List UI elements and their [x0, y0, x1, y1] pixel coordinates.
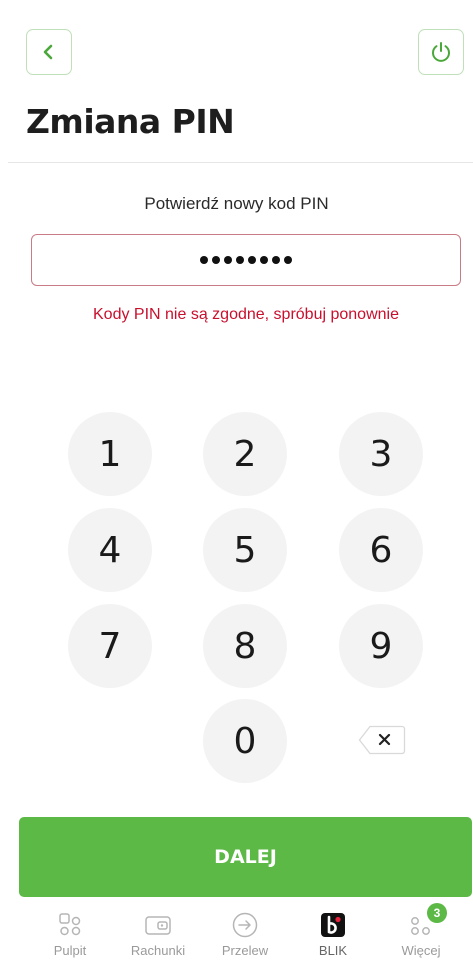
pin-input[interactable] — [31, 234, 461, 286]
keypad-key-3[interactable]: 3 — [339, 412, 423, 496]
pin-dot — [284, 256, 292, 264]
tab-wiecej[interactable]: 3 Więcej — [376, 898, 466, 967]
pin-dot — [236, 256, 244, 264]
tab-rachunki[interactable]: Rachunki — [113, 898, 203, 967]
keypad-key-6[interactable]: 6 — [339, 508, 423, 592]
pin-dot — [248, 256, 256, 264]
tab-przelew[interactable]: Przelew — [200, 898, 290, 967]
pin-dot — [224, 256, 232, 264]
pin-dot — [272, 256, 280, 264]
pin-prompt: Potwierdź nowy kod PIN — [144, 194, 329, 213]
transfer-icon — [232, 912, 258, 938]
keypad-key-7[interactable]: 7 — [68, 604, 152, 688]
blik-icon — [321, 913, 345, 937]
pin-error-message: Kody PIN nie są zgodne, spróbuj ponownie — [93, 306, 399, 323]
back-button[interactable] — [26, 29, 72, 75]
keypad-key-5[interactable]: 5 — [203, 508, 287, 592]
logout-button[interactable] — [418, 29, 464, 75]
keypad-key-0[interactable]: 0 — [203, 699, 287, 783]
keypad-key-4[interactable]: 4 — [68, 508, 152, 592]
backspace-button[interactable] — [358, 725, 406, 755]
keypad-key-2[interactable]: 2 — [203, 412, 287, 496]
tab-pulpit[interactable]: Pulpit — [25, 898, 115, 967]
more-icon: 3 — [407, 903, 447, 939]
notification-badge: 3 — [427, 903, 447, 923]
wallet-icon — [145, 916, 171, 935]
tab-label: BLIK — [318, 943, 348, 958]
power-icon — [432, 42, 450, 62]
tab-blik[interactable]: BLIK — [288, 898, 378, 967]
tab-label: Przelew — [221, 943, 269, 958]
tab-label: Rachunki — [130, 943, 186, 958]
pin-dot — [260, 256, 268, 264]
pin-dot — [200, 256, 208, 264]
tab-label: Więcej — [401, 943, 441, 958]
keypad-key-9[interactable]: 9 — [339, 604, 423, 688]
continue-button[interactable]: DALEJ — [19, 817, 472, 897]
page-title: Zmiana PIN — [26, 102, 235, 141]
keypad-key-8[interactable]: 8 — [203, 604, 287, 688]
keypad-key-1[interactable]: 1 — [68, 412, 152, 496]
tab-label: Pulpit — [53, 943, 87, 958]
pin-dot — [212, 256, 220, 264]
backspace-icon — [358, 725, 406, 755]
chevron-left-icon — [43, 44, 53, 60]
header-divider — [8, 162, 473, 163]
dashboard-icon — [59, 913, 81, 936]
bottom-tab-bar: Pulpit Rachunki Przelew BLIK 3 Więcej — [0, 898, 473, 967]
